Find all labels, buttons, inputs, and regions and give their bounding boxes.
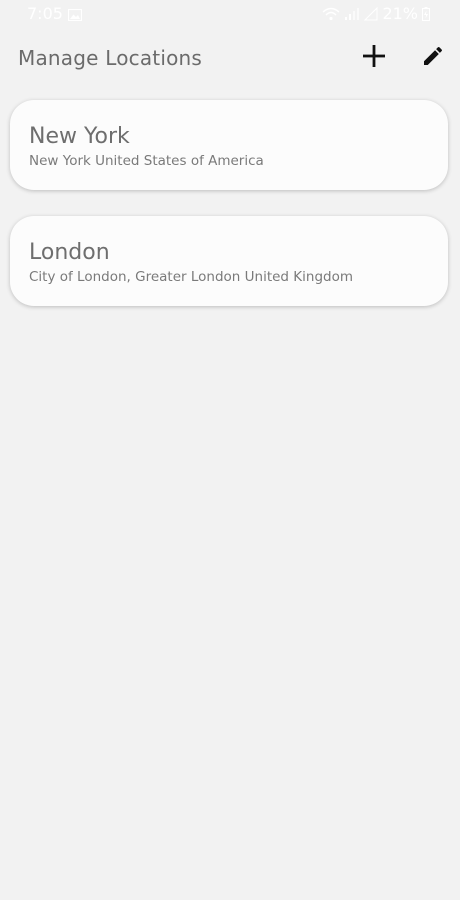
location-card-london[interactable]: London City of London, Greater London Un… [10,216,448,306]
location-list: New York New York United States of Ameri… [10,100,450,332]
page-title: Manage Locations [18,46,203,70]
battery-icon [422,6,430,21]
status-time: 7:05 [27,4,63,23]
location-name: New York [29,124,130,149]
add-location-button[interactable] [358,42,390,74]
location-name: London [29,240,110,265]
status-icons: 21% [322,4,430,23]
battery-percent: 21% [382,4,418,23]
signal-icon [344,7,360,21]
location-card-new-york[interactable]: New York New York United States of Ameri… [10,100,448,190]
edit-locations-button[interactable] [417,42,449,74]
gallery-icon [67,6,83,22]
status-bar: 7:05 21% [0,0,460,30]
plus-icon [362,44,386,72]
pencil-icon [421,44,445,72]
location-detail: City of London, Greater London United Ki… [29,269,353,285]
signal-icon-2 [364,6,378,21]
app-bar: Manage Locations [0,30,460,86]
location-detail: New York United States of America [29,153,264,169]
wifi-icon [322,7,340,21]
